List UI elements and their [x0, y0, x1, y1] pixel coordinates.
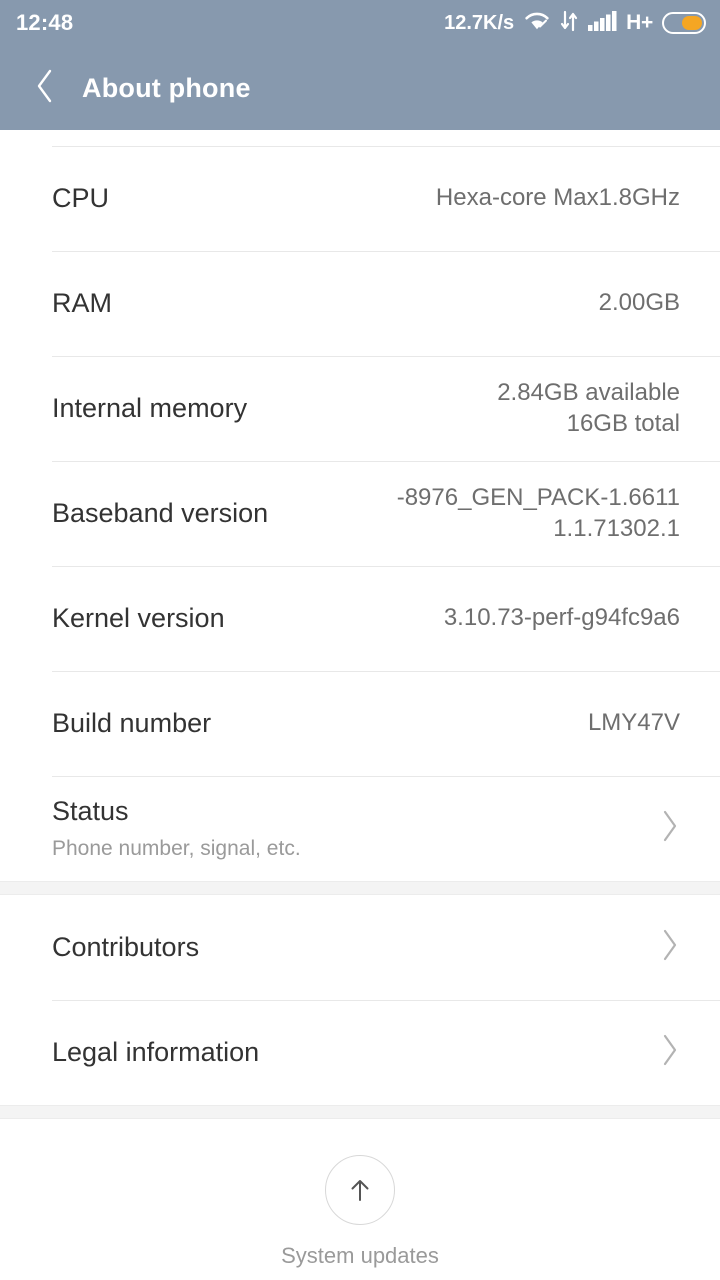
table-row: Internal memory 2.84GB available 16GB to… [0, 356, 720, 461]
list-item-legal-information[interactable]: Legal information [0, 1000, 720, 1105]
settings-list: CPU Hexa-core Max1.8GHz RAM 2.00GB Inter… [0, 130, 720, 881]
status-bar-clock: 12:48 [16, 10, 74, 35]
table-row: CPU Hexa-core Max1.8GHz [0, 146, 720, 251]
row-value: LMY47V [587, 709, 680, 737]
table-row: RAM 2.00GB [0, 251, 720, 356]
wifi-icon [523, 10, 551, 37]
row-value: Hexa-core Max1.8GHz [435, 184, 680, 212]
row-main: Legal information [52, 1036, 259, 1070]
clipped-row-above [0, 130, 720, 146]
row-label: Legal information [52, 1036, 260, 1067]
data-transfer-arrows-icon [560, 10, 578, 37]
row-main: Status Phone number, signal, etc. [52, 795, 301, 862]
row-label: RAM [52, 287, 112, 318]
app-bar: About phone [0, 46, 720, 130]
table-row: Baseband version -8976_GEN_PACK-1.6611 1… [0, 461, 720, 566]
row-label: Build number [52, 707, 212, 738]
row-subtitle: Phone number, signal, etc. [52, 836, 301, 860]
chevron-right-icon [660, 928, 680, 967]
network-type-indicator: H+ [626, 11, 653, 34]
table-row[interactable]: Build number LMY47V [0, 671, 720, 776]
battery-fill [682, 16, 702, 30]
row-label: CPU [52, 182, 110, 213]
chevron-right-icon [660, 1033, 680, 1072]
row-value: 2.84GB available 16GB total [497, 378, 680, 437]
section-divider-bottom [0, 1105, 720, 1119]
chevron-right-icon [660, 809, 680, 848]
page-title: About phone [82, 72, 251, 103]
list-item-status[interactable]: Status Phone number, signal, etc. [0, 776, 720, 881]
section-divider [0, 881, 720, 895]
row-label: Status [52, 796, 129, 826]
row-main: Kernel version [52, 602, 225, 636]
arrow-up-circle-icon [325, 1155, 395, 1225]
row-main: Internal memory [52, 392, 247, 426]
row-label: Internal memory [52, 392, 248, 423]
row-value: 2.00GB [598, 289, 680, 317]
row-main: Baseband version [52, 497, 268, 531]
about-phone-screen: 12:48 12.7K/s H+ About phone CPU Hexa-co… [0, 0, 720, 1280]
links-list: Contributors Legal information [0, 895, 720, 1105]
row-value: -8976_GEN_PACK-1.6611 1.1.71302.1 [396, 483, 680, 542]
system-updates-button[interactable]: System updates [0, 1119, 720, 1269]
table-row: Kernel version 3.10.73-perf-g94fc9a6 [0, 566, 720, 671]
system-updates-label: System updates [281, 1243, 439, 1268]
row-label: Kernel version [52, 602, 225, 633]
back-button[interactable] [22, 65, 68, 111]
row-label: Baseband version [52, 497, 269, 528]
back-chevron-icon [33, 66, 57, 111]
row-label: Contributors [52, 931, 200, 962]
row-main: CPU [52, 182, 109, 216]
status-bar: 12:48 12.7K/s H+ [0, 0, 720, 46]
cellular-signal-icon [587, 10, 617, 37]
row-main: Contributors [52, 931, 199, 965]
network-speed-indicator: 12.7K/s [444, 11, 515, 34]
row-main: Build number [52, 707, 211, 741]
row-main: RAM [52, 287, 112, 321]
status-bar-icons: 12.7K/s H+ [444, 10, 706, 37]
row-value: 3.10.73-perf-g94fc9a6 [443, 604, 680, 632]
battery-icon [662, 12, 706, 34]
list-item-contributors[interactable]: Contributors [0, 895, 720, 1000]
